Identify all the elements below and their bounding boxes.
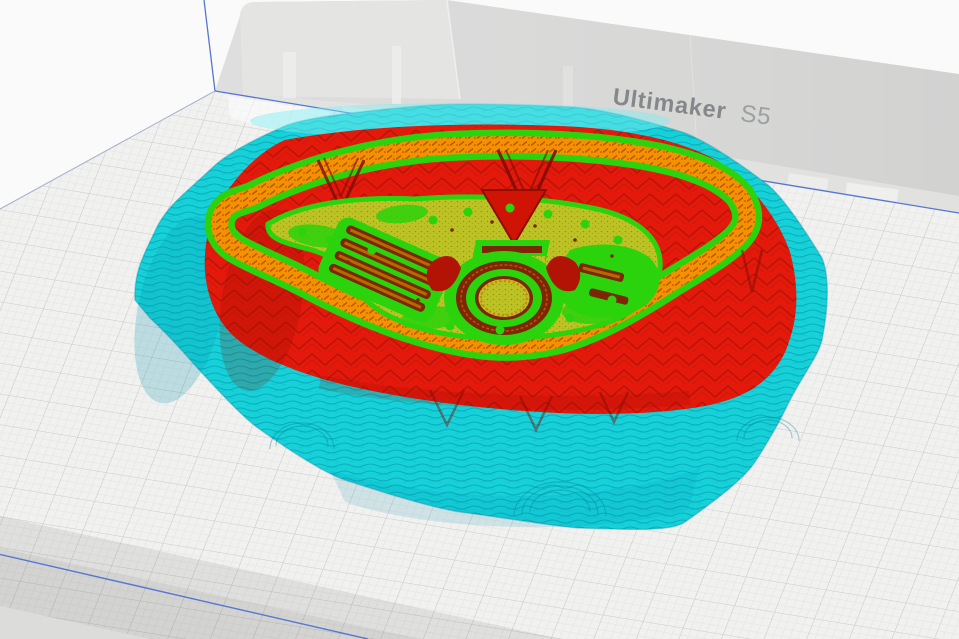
printer-model-text: S5: [739, 100, 773, 131]
back-panel-left-section: [240, 0, 460, 99]
cura-3d-viewport[interactable]: Ultimaker S5: [0, 0, 959, 639]
preview-scene: Ultimaker S5: [0, 0, 959, 639]
panel-highlight: [563, 66, 573, 108]
boss-center-yellow: [479, 279, 530, 317]
panel-highlight: [283, 52, 296, 98]
panel-highlight: [392, 46, 401, 104]
